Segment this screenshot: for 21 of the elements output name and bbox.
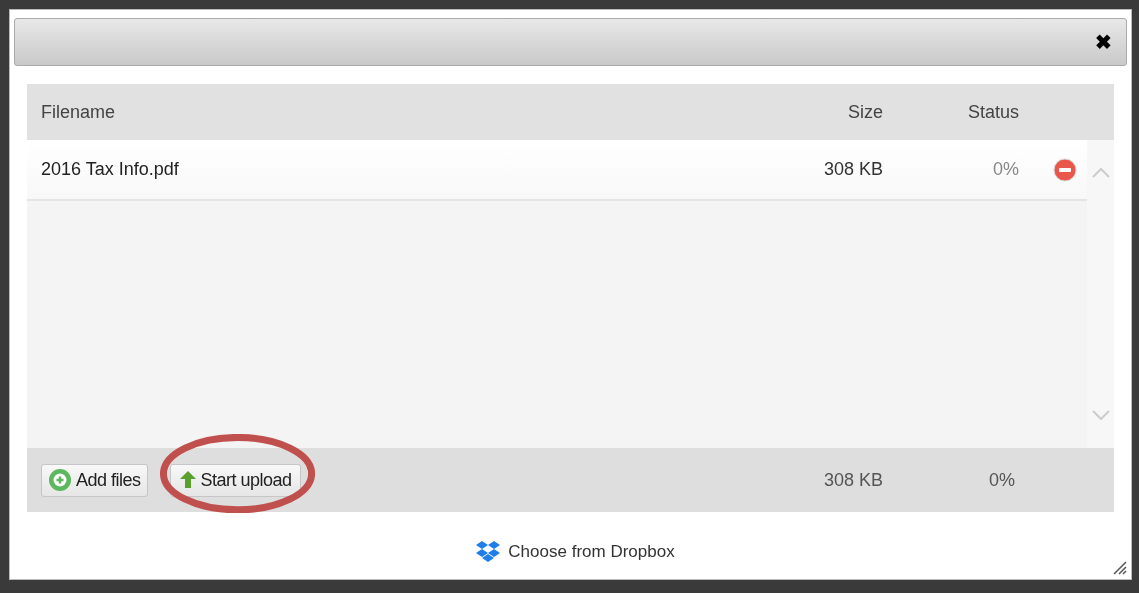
file-size: 308 KB [822,158,883,181]
add-icon [48,468,72,492]
column-header: Size [847,100,883,124]
column-header: Filename [40,100,117,124]
total-status: 0% [988,468,1015,492]
column-header: Status [966,100,1019,124]
resize-grip-icon[interactable] [1111,559,1127,575]
remove-icon[interactable] [1053,157,1077,182]
scrollbar[interactable] [1087,140,1114,448]
start-upload-button[interactable]: Start upload [169,463,301,497]
close-button[interactable]: ✖ [1095,32,1112,52]
dropbox-icon [476,540,501,563]
add-files-button[interactable]: Add files [41,463,148,497]
scroll-down-icon[interactable] [1091,410,1110,420]
file-name: 2016 Tax Info.pdf [40,158,180,181]
file-row[interactable]: 2016 Tax Info.pdf 308 KB 0% [27,140,1087,201]
file-status: 0% [992,158,1019,181]
upload-arrow-icon [178,470,197,490]
dropbox-link[interactable]: Choose from Dropbox [476,539,675,565]
total-size: 308 KB [822,468,883,492]
scroll-up-icon[interactable] [1091,168,1110,178]
